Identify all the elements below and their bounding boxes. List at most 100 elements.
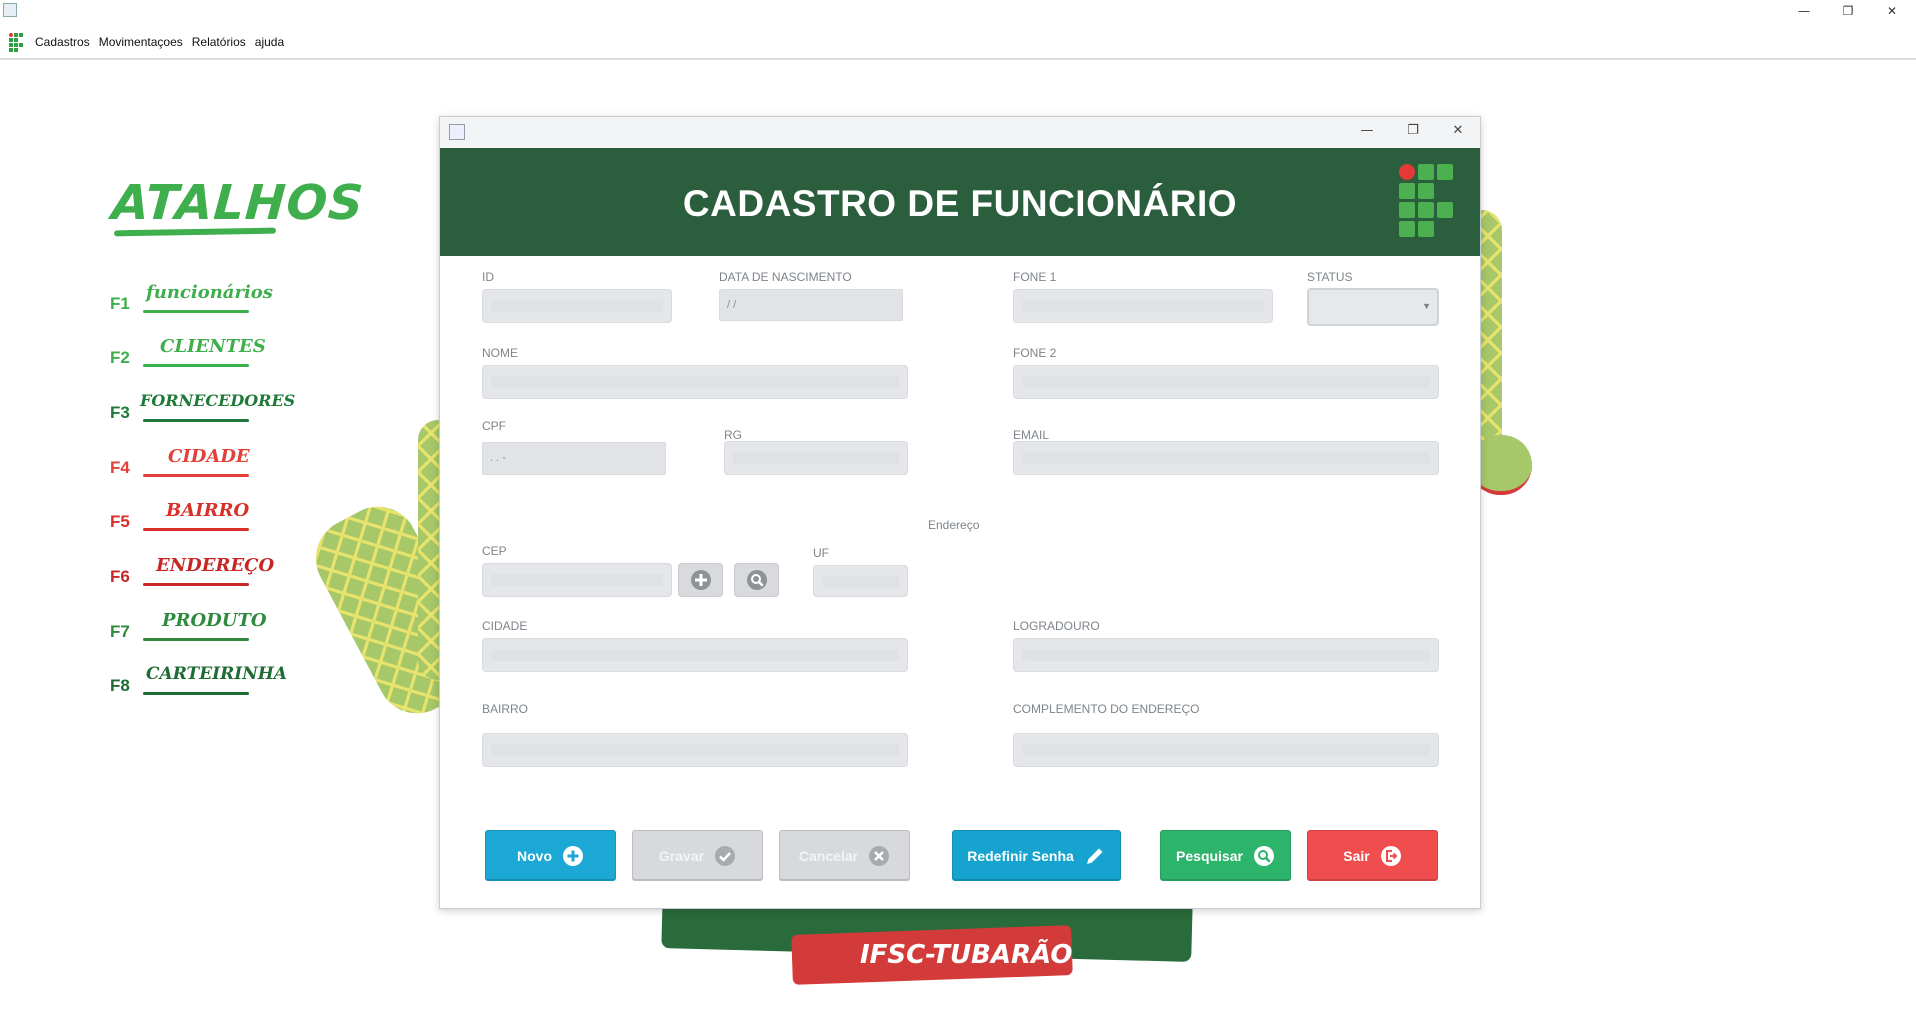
shortcut-fornecedores[interactable]: F3 FORNECEDORES (110, 391, 295, 431)
minimize-button[interactable]: — (1794, 2, 1814, 20)
reset-password-button[interactable]: Redefinir Senha (952, 830, 1121, 881)
menu-cadastros[interactable]: Cadastros (35, 35, 90, 49)
city-input[interactable] (482, 638, 908, 672)
birth-date-mask: / / (727, 299, 737, 311)
address-section-label: Endereço (928, 518, 980, 532)
menu-bar: Cadastros Movimentaçoes Relatórios ajuda (0, 24, 1916, 60)
phone1-input[interactable] (1013, 289, 1273, 323)
shortcut-clientes[interactable]: F2 CLIENTES (110, 336, 266, 376)
uf-label: UF (813, 546, 829, 560)
restore-button[interactable]: ❐ (1838, 2, 1858, 20)
chevron-down-icon: ▼ (1422, 301, 1431, 311)
shortcut-label: funcionários (146, 282, 273, 303)
status-select[interactable]: ▼ (1307, 288, 1439, 326)
street-input[interactable] (1013, 638, 1439, 672)
close-button[interactable]: ✕ (1882, 2, 1902, 20)
shortcut-key: F4 (110, 458, 130, 477)
bg-banner-text: IFSC-TUBARÃO (860, 940, 1073, 970)
cpf-mask: . . - (490, 452, 506, 464)
shortcut-funcionarios[interactable]: F1 funcionários (110, 282, 273, 322)
shortcut-label: CLIENTES (160, 336, 266, 357)
dialog-maximize-button[interactable]: ❐ (1403, 123, 1423, 141)
city-label: CIDADE (482, 619, 528, 633)
status-label: STATUS (1307, 270, 1353, 284)
shortcut-label: PRODUTO (162, 610, 267, 631)
phone2-label: FONE 2 (1013, 346, 1057, 360)
ifsc-logo-icon (1399, 164, 1455, 238)
shortcut-label: CIDADE (168, 446, 250, 467)
dialog-close-button[interactable]: ✕ (1448, 123, 1468, 141)
java-app-icon (3, 3, 17, 17)
phone2-input[interactable] (1013, 365, 1439, 399)
menu-relatorios[interactable]: Relatórios (192, 35, 246, 49)
pencil-icon (1086, 848, 1103, 864)
reset-password-button-label: Redefinir Senha (967, 847, 1074, 864)
new-button[interactable]: Novo (485, 830, 616, 881)
name-label: NOME (482, 346, 518, 360)
shortcut-cidade[interactable]: F4 CIDADE (110, 446, 260, 486)
menu-movimentacoes[interactable]: Movimentaçoes (99, 35, 183, 49)
logout-icon (1380, 845, 1401, 866)
shortcut-label: CARTEIRINHA (146, 664, 287, 684)
street-label: LOGRADOURO (1013, 619, 1100, 633)
phone1-label: FONE 1 (1013, 270, 1057, 284)
dialog-minimize-button[interactable]: — (1357, 123, 1377, 141)
new-button-label: Novo (517, 847, 552, 864)
ifsc-menu-logo-icon (9, 33, 25, 55)
close-circle-icon (869, 845, 890, 866)
uf-input[interactable] (813, 565, 908, 597)
save-button-label: Gravar (658, 847, 705, 864)
search-cep-button[interactable] (734, 563, 779, 597)
add-cep-button[interactable] (678, 563, 723, 597)
neighborhood-label: BAIRRO (482, 702, 529, 716)
rg-label: RG (724, 428, 742, 442)
shortcut-key: F5 (110, 512, 130, 531)
shortcuts-title: ATALHOS (110, 175, 366, 231)
email-label: EMAIL (1013, 428, 1050, 442)
name-input[interactable] (482, 365, 908, 399)
search-icon (747, 570, 767, 590)
birth-date-input[interactable]: / / (719, 289, 903, 321)
dialog-header: CADASTRO DE FUNCIONÁRIO (440, 148, 1480, 256)
id-input[interactable] (482, 289, 672, 323)
shortcut-endereco[interactable]: F6 ENDEREÇO (110, 555, 274, 595)
neighborhood-input[interactable] (482, 733, 908, 767)
dialog-title: CADASTRO DE FUNCIONÁRIO (682, 183, 1238, 224)
shortcut-key: F2 (110, 348, 130, 367)
menu-ajuda[interactable]: ajuda (255, 35, 284, 49)
shortcut-key: F6 (110, 567, 130, 586)
search-button-label: Pesquisar (1176, 847, 1243, 864)
complement-label: COMPLEMENTO DO ENDEREÇO (1013, 702, 1200, 716)
shortcut-label: FORNECEDORES (140, 391, 296, 410)
rg-input[interactable] (724, 441, 908, 475)
cancel-button[interactable]: Cancelar (779, 830, 910, 881)
shortcut-produto[interactable]: F7 PRODUTO (110, 610, 267, 650)
shortcut-label: ENDEREÇO (156, 555, 275, 576)
employee-registration-dialog: — ❐ ✕ CADASTRO DE FUNCIONÁRIO ID DATA DE… (439, 116, 1481, 909)
cep-label: CEP (482, 544, 507, 558)
check-circle-icon (715, 845, 736, 866)
shortcut-label: BAIRRO (166, 500, 250, 521)
main-titlebar: — ❐ ✕ (0, 0, 1916, 22)
form-body: ID DATA DE NASCIMENTO / / FONE 1 STATUS … (440, 256, 1480, 908)
cpf-label: CPF (482, 419, 506, 433)
shortcut-carteirinha[interactable]: F8 CARTEIRINHA (110, 664, 287, 704)
id-label: ID (482, 270, 494, 284)
cep-input[interactable] (482, 563, 672, 597)
plus-circle-icon (691, 570, 711, 590)
java-icon (449, 124, 465, 140)
complement-input[interactable] (1013, 733, 1439, 767)
search-button[interactable]: Pesquisar (1160, 830, 1291, 881)
exit-button-label: Sair (1343, 847, 1370, 864)
birth-date-label: DATA DE NASCIMENTO (719, 270, 852, 284)
shortcut-key: F8 (110, 676, 130, 695)
exit-button[interactable]: Sair (1307, 830, 1438, 881)
shortcut-key: F1 (110, 294, 130, 313)
dialog-titlebar: — ❐ ✕ (440, 117, 1480, 148)
shortcut-key: F7 (110, 622, 130, 641)
search-icon (1253, 845, 1274, 866)
save-button[interactable]: Gravar (632, 830, 763, 881)
email-input[interactable] (1013, 441, 1439, 475)
cpf-input[interactable]: . . - (482, 442, 666, 475)
shortcut-bairro[interactable]: F5 BAIRRO (110, 500, 260, 540)
